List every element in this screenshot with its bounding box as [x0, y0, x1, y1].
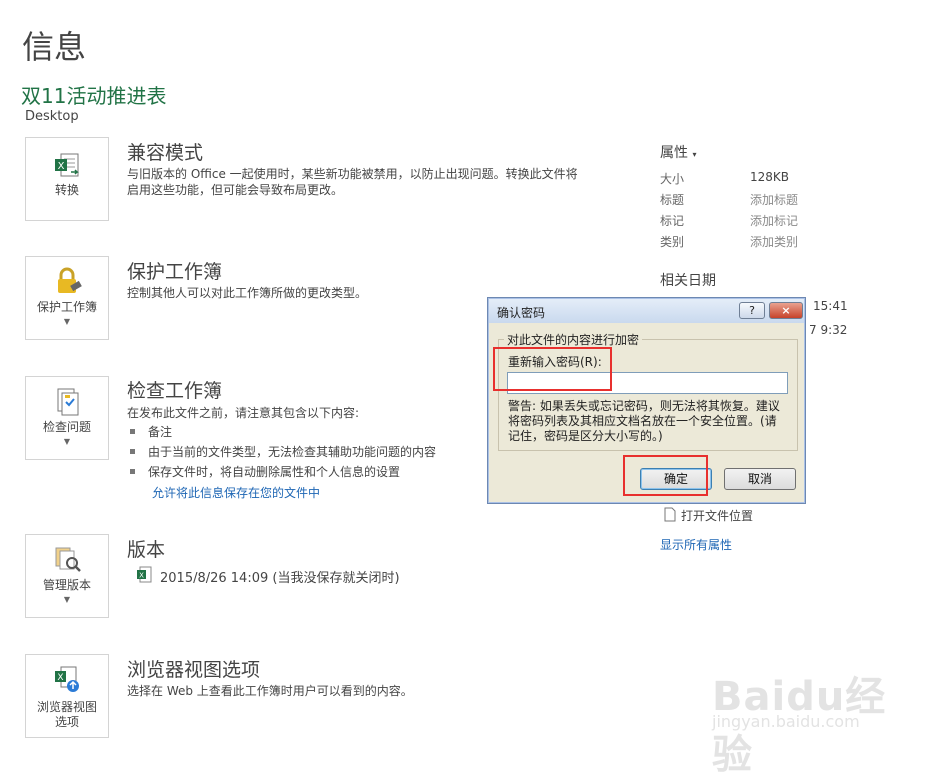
inspect-bullet: 保存文件时，将自动删除属性和个人信息的设置 [130, 463, 400, 480]
caret-down-icon: ▾ [692, 150, 697, 159]
confirm-password-dialog: 确认密码 ? × 对此文件的内容进行加密 重新输入密码(R): 警告: 如果丢失… [487, 297, 806, 504]
inspect-bullet: 备注 [130, 423, 172, 440]
svg-text:X: X [58, 161, 65, 172]
version-entry[interactable]: 2015/8/26 14:09 (当我没保存就关闭时) [160, 567, 400, 586]
compat-title: 兼容模式 [127, 142, 204, 164]
chevron-down-icon: ▼ [63, 595, 71, 604]
date-value-created: 7 9:32 [809, 323, 848, 337]
check-issues-label: 检查问题 [42, 420, 91, 434]
prop-value-size: 128KB [750, 170, 790, 184]
baidu-watermark-url: jingyan.baidu.com [712, 712, 860, 731]
properties-dropdown[interactable]: 属性 ▾ [660, 142, 696, 162]
folder-document-icon [664, 507, 676, 522]
protect-title: 保护工作簿 [127, 261, 223, 283]
show-all-properties-link[interactable]: 显示所有属性 [660, 536, 732, 553]
prop-key-category: 类别 [660, 235, 685, 249]
manage-versions-label: 管理版本 [42, 578, 91, 592]
document-path: Desktop [25, 109, 79, 124]
prop-value-title[interactable]: 添加标题 [750, 191, 798, 208]
excel-file-icon: X [137, 566, 152, 583]
prop-key-title: 标题 [660, 193, 685, 207]
prop-key-tags: 标记 [660, 214, 685, 228]
dialog-title: 确认密码 [497, 306, 546, 320]
browser-view-desc: 选择在 Web 上查看此工作簿时用户可以看到的内容。 [127, 684, 413, 698]
compat-desc-2: 启用这些功能，但可能会导致布局更改。 [127, 183, 344, 197]
document-title: 双11活动推进表 [21, 84, 167, 108]
chevron-down-icon: ▼ [63, 317, 71, 326]
password-warning-text: 警告: 如果丢失或忘记密码，则无法将其恢复。建议将密码列表及其相应文档名放在一个… [508, 399, 780, 443]
versions-title: 版本 [127, 539, 166, 561]
chevron-down-icon: ▼ [63, 437, 71, 446]
check-issues-button[interactable]: 检查问题 ▼ [25, 376, 109, 460]
browser-view-label-1: 浏览器视图 [36, 700, 97, 714]
browser-view-title: 浏览器视图选项 [127, 659, 261, 681]
browser-view-label-2: 选项 [54, 715, 79, 729]
manage-versions-icon [55, 547, 81, 572]
open-file-location-link[interactable]: 打开文件位置 [681, 507, 753, 524]
compat-desc-1: 与旧版本的 Office 一起使用时，某些新功能被禁用，以防止出现问题。转换此文… [127, 167, 578, 181]
svg-text:X: X [57, 673, 63, 683]
dialog-titlebar[interactable]: 确认密码 ? × [489, 299, 804, 323]
browser-view-options-button[interactable]: X 浏览器视图 选项 [25, 654, 109, 738]
inspect-bullet: 由于当前的文件类型，无法检查其辅助功能问题的内容 [130, 443, 436, 460]
lock-icon [58, 267, 82, 293]
protect-workbook-button[interactable]: 保护工作簿 ▼ [25, 256, 109, 340]
cancel-button[interactable]: 取消 [724, 468, 796, 490]
excel-convert-icon: X [55, 153, 79, 177]
prop-value-tags[interactable]: 添加标记 [750, 212, 798, 229]
manage-versions-button[interactable]: 管理版本 ▼ [25, 534, 109, 618]
reenter-password-label: 重新输入密码(R): [508, 355, 602, 369]
inspect-title: 检查工作簿 [127, 380, 223, 402]
convert-label: 转换 [54, 183, 79, 197]
reenter-password-input[interactable] [507, 372, 788, 394]
svg-text:X: X [139, 572, 144, 580]
page-title: 信息 [22, 28, 87, 66]
protect-workbook-label: 保护工作簿 [36, 300, 97, 314]
ok-button[interactable]: 确定 [640, 468, 712, 490]
help-button[interactable]: ? [739, 302, 765, 319]
convert-button[interactable]: X 转换 [25, 137, 109, 221]
browser-view-icon: X [55, 666, 79, 692]
allow-save-info-link[interactable]: 允许将此信息保存在您的文件中 [152, 484, 320, 501]
date-value-modified: 15:41 [813, 299, 848, 313]
related-dates-heading: 相关日期 [660, 273, 716, 289]
prop-key-size: 大小 [660, 172, 685, 186]
inspect-document-icon [57, 388, 79, 416]
prop-value-category[interactable]: 添加类别 [750, 233, 798, 250]
close-button[interactable]: × [769, 302, 803, 319]
encrypt-group-label: 对此文件的内容进行加密 [504, 331, 643, 348]
